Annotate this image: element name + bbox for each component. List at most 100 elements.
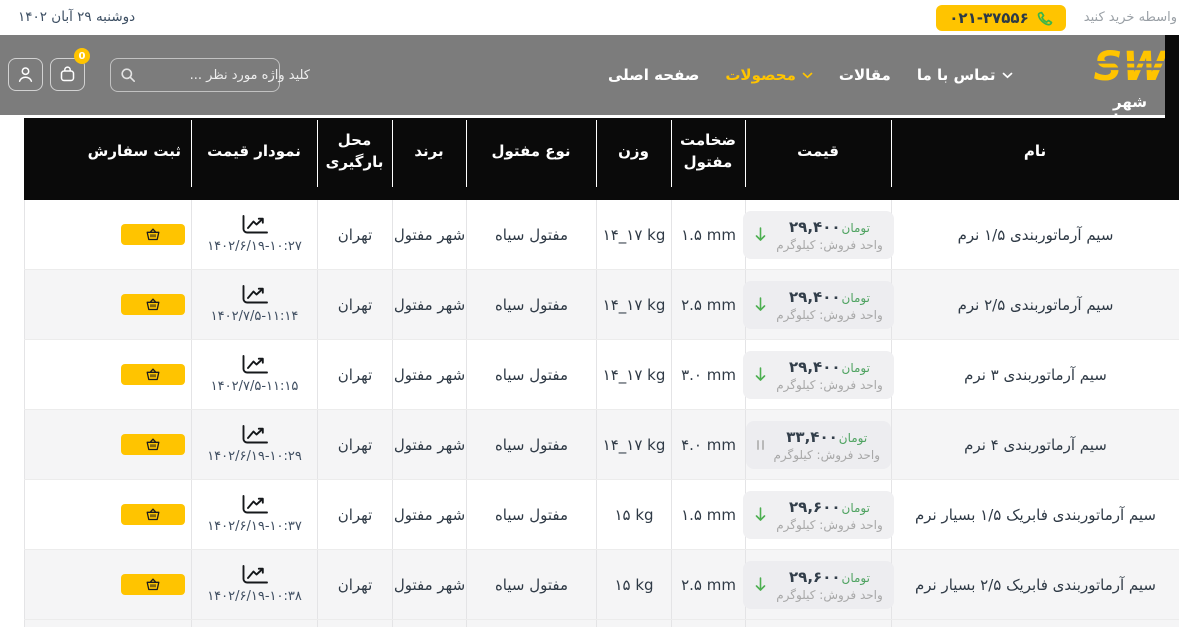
price-chart-button[interactable]: ۱۴۰۲/۷/۵-۱۱:۱۴ xyxy=(211,285,298,324)
order-button[interactable] xyxy=(121,294,185,315)
price-chart-cell: ۱۴۰۲/۶/۱۹-۱۰:۳۷ xyxy=(191,480,317,549)
order-cell xyxy=(24,270,191,339)
wire-type-cell: مفتول سیاه xyxy=(466,480,596,549)
line-chart-icon xyxy=(241,565,269,585)
thickness-value: ۴.۰ mm xyxy=(681,435,736,454)
line-chart-icon xyxy=(241,285,269,305)
price-lines: ۲۹,۴۰۰ تومان واحد فروش: کیلوگرم xyxy=(776,218,883,252)
nav-item-home[interactable]: صفحه اصلی xyxy=(608,66,699,84)
nav-item-products[interactable]: محصولات xyxy=(725,66,813,84)
phone-number-badge[interactable]: ۰۲۱-۳۷۵۵۶ xyxy=(936,5,1066,31)
price-value: ۲۹,۴۰۰ xyxy=(789,287,841,306)
table-header-row: نام قیمت ضخامت مفتول وزن نوع مفتول برند محل با… xyxy=(24,118,1179,200)
basket-icon xyxy=(146,228,160,241)
product-name-cell: سیم آرماتوربندی ۱/۵ نرم xyxy=(891,200,1179,269)
column-header-price: قیمت xyxy=(745,118,891,200)
order-button[interactable] xyxy=(121,574,185,595)
shopping-bag-icon xyxy=(58,65,77,84)
price-cell: ۲۹,۴۰۰ تومان واحد فروش: کیلوگرم xyxy=(743,200,894,269)
weight-value: ۱۴_۱۷ kg xyxy=(602,435,666,454)
brand-cell: شهر مفتول xyxy=(392,480,466,549)
thickness-cell: ۳.۰ mm xyxy=(671,340,745,409)
phone-number: ۰۲۱-۳۷۵۵۶ xyxy=(949,9,1029,27)
site-logo[interactable]: SW شهر مفتول xyxy=(1093,43,1168,129)
price-chart-button[interactable]: ۱۴۰۲/۶/۱۹-۱۰:۳۷ xyxy=(207,495,302,534)
person-icon xyxy=(16,65,35,84)
brand-value: شهر مفتول xyxy=(393,435,466,454)
wire-type-value: مفتول سیاه xyxy=(494,435,569,454)
price-box: ۲۹,۴۰۰ تومان واحد فروش: کیلوگرم xyxy=(743,210,894,259)
price-chart-cell: ۱۴۰۲/۷/۵-۱۱:۱۴ xyxy=(191,270,317,339)
line-chart-icon xyxy=(241,355,269,375)
sale-unit-label: واحد فروش: کیلوگرم xyxy=(776,307,883,322)
column-header-name: نام xyxy=(891,118,1179,200)
product-name-value: سیم آرماتوربندی فابریک ۲/۵ بسیار نرم xyxy=(914,575,1157,594)
order-cell xyxy=(24,480,191,549)
current-date: دوشنبه ۲۹ آبان ۱۴۰۲ xyxy=(18,9,136,25)
wire-type-cell: مفتول سیاه xyxy=(466,270,596,339)
wire-type-value: مفتول سیاه xyxy=(494,505,569,524)
nav-item-articles[interactable]: مقالات xyxy=(839,66,891,84)
order-button[interactable] xyxy=(121,364,185,385)
order-button[interactable] xyxy=(121,434,185,455)
currency-label: تومان xyxy=(841,220,870,235)
sale-unit-label: واحد فروش: کیلوگرم xyxy=(776,587,883,602)
nav-item-label: مقالات xyxy=(838,66,891,84)
product-name-value: سیم آرماتوربندی ۳ نرم xyxy=(964,365,1107,384)
price-value: ۳۳,۴۰۰ xyxy=(786,427,838,446)
price-cell: ۲۹,۴۰۰ تومان واحد فروش: کیلوگرم xyxy=(743,270,894,339)
price-chart-button[interactable]: ۱۴۰۲/۶/۱۹-۱۰:۳۸ xyxy=(207,565,302,604)
order-button[interactable] xyxy=(121,224,185,245)
currency-label: تومان xyxy=(841,570,870,585)
order-cell xyxy=(24,200,191,269)
table-row: سیم آرماتوربندی فابریک ۱/۵ بسیار نرم ۲۹,۶… xyxy=(24,480,1179,550)
empty-cell xyxy=(24,620,191,627)
brand-value: شهر مفتول xyxy=(393,365,466,384)
price-table: نام قیمت ضخامت مفتول وزن نوع مفتول برند محل با… xyxy=(24,118,1179,627)
sale-unit-label: واحد فروش: کیلوگرم xyxy=(773,447,881,462)
weight-cell: ۱۵ kg xyxy=(596,480,671,549)
cart-count-badge: 0 xyxy=(74,48,90,64)
basket-icon xyxy=(146,298,160,311)
phone-handset-icon xyxy=(1036,10,1053,27)
product-name-value: سیم آرماتوربندی ۴ نرم xyxy=(964,435,1107,454)
chevron-down-icon xyxy=(1002,72,1013,79)
weight-cell: ۱۴_۱۷ kg xyxy=(596,270,671,339)
order-cell xyxy=(24,550,191,619)
loading-location-value: تهران xyxy=(337,295,373,314)
product-name-cell: سیم آرماتوربندی ۴ نرم xyxy=(891,410,1179,479)
thickness-cell: ۱.۵ mm xyxy=(671,480,745,549)
loading-location-value: تهران xyxy=(337,225,373,244)
order-button[interactable] xyxy=(121,504,185,525)
product-name-cell: سیم آرماتوربندی فابریک ۱/۵ بسیار نرم xyxy=(891,480,1179,549)
black-edge-strip xyxy=(1165,35,1179,118)
brand-cell: شهر مفتول xyxy=(392,340,466,409)
price-chart-button[interactable]: ۱۴۰۲/۷/۵-۱۱:۱۵ xyxy=(210,355,299,394)
table-row: سیم آرماتوربندی ۴ نرم ۳۳,۴۰۰ تومان واحد فرو… xyxy=(24,410,1179,480)
nav-item-contact[interactable]: تماس با ما xyxy=(917,66,1013,84)
price-flat-icon xyxy=(756,439,765,450)
line-chart-icon xyxy=(241,425,269,445)
search-icon xyxy=(120,67,136,83)
partial-next-row xyxy=(24,620,1179,627)
account-button[interactable] xyxy=(8,58,43,91)
weight-value: ۱۴_۱۷ kg xyxy=(602,365,666,384)
line-chart-icon xyxy=(241,215,269,235)
order-cell xyxy=(24,410,191,479)
empty-cell xyxy=(671,620,745,627)
nav-item-label: محصولات xyxy=(725,66,796,84)
search-input[interactable] xyxy=(136,67,320,83)
basket-icon xyxy=(146,438,160,451)
thickness-value: ۱.۵ mm xyxy=(681,225,736,244)
price-chart-button[interactable]: ۱۴۰۲/۶/۱۹-۱۰:۲۹ xyxy=(207,425,302,464)
brand-value: شهر مفتول xyxy=(393,295,466,314)
weight-cell: ۱۴_۱۷ kg xyxy=(596,410,671,479)
price-chart-cell: ۱۴۰۲/۶/۱۹-۱۰:۲۷ xyxy=(191,200,317,269)
column-header-order: ثبت سفارش xyxy=(87,141,181,160)
wire-type-value: مفتول سیاه xyxy=(494,575,569,594)
chart-timestamp: ۱۴۰۲/۷/۵-۱۱:۱۵ xyxy=(210,379,299,394)
price-chart-button[interactable]: ۱۴۰۲/۶/۱۹-۱۰:۲۷ xyxy=(207,215,302,254)
price-down-icon xyxy=(754,297,767,312)
price-lines: ۲۹,۶۰۰ تومان واحد فروش: کیلوگرم xyxy=(776,568,883,602)
product-name-cell: سیم آرماتوربندی فابریک ۲/۵ بسیار نرم xyxy=(891,550,1179,619)
